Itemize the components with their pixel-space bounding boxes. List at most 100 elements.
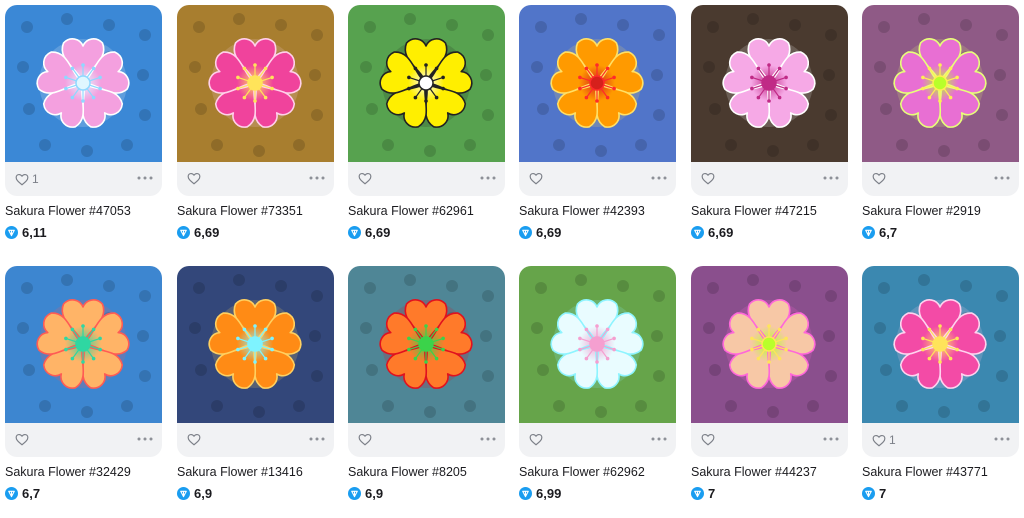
more-options-icon[interactable]	[993, 434, 1011, 444]
sakura-flower-image	[519, 266, 676, 423]
ton-currency-icon	[177, 226, 190, 239]
more-options-icon[interactable]	[993, 173, 1011, 183]
nft-thumbnail[interactable]	[177, 5, 334, 162]
more-options-icon[interactable]	[308, 173, 326, 183]
nft-thumbnail[interactable]	[691, 266, 848, 423]
nft-thumbnail[interactable]	[5, 5, 162, 162]
nft-title[interactable]: Sakura Flower #32429	[5, 465, 131, 479]
more-options-icon[interactable]	[822, 434, 840, 444]
nft-card[interactable]: Sakura Flower #32429 6,7	[5, 266, 162, 518]
nft-title[interactable]: Sakura Flower #2919	[862, 204, 981, 218]
like-count: 1	[889, 433, 896, 447]
heart-icon	[872, 434, 886, 446]
nft-thumbnail[interactable]	[519, 266, 676, 423]
nft-price: 6,69	[691, 225, 733, 240]
ton-currency-icon	[177, 487, 190, 500]
like-button[interactable]: 1	[15, 172, 39, 186]
heart-icon	[15, 433, 29, 446]
like-button[interactable]	[872, 172, 889, 185]
sakura-flower-image	[862, 5, 1019, 162]
ton-currency-icon	[862, 487, 875, 500]
nft-title[interactable]: Sakura Flower #73351	[177, 204, 303, 218]
more-options-icon[interactable]	[822, 173, 840, 183]
like-button[interactable]	[358, 172, 375, 185]
nft-card[interactable]: Sakura Flower #8205 6,9	[348, 266, 505, 518]
like-button[interactable]	[15, 433, 32, 446]
nft-card[interactable]: 1 Sakura Flower #47053 6,11	[5, 5, 162, 257]
price-value: 6,69	[536, 225, 562, 240]
nft-card[interactable]: Sakura Flower #13416 6,9	[177, 266, 334, 518]
like-button[interactable]	[187, 433, 204, 446]
nft-title[interactable]: Sakura Flower #62962	[519, 465, 645, 479]
nft-grid: 1 Sakura Flower #47053 6,11 Sakura Flower #…	[0, 0, 1024, 504]
nft-thumbnail[interactable]	[177, 266, 334, 423]
like-button[interactable]	[187, 172, 204, 185]
heart-icon	[529, 433, 543, 446]
ton-currency-icon	[519, 487, 532, 500]
nft-title[interactable]: Sakura Flower #47053	[5, 204, 131, 218]
like-button[interactable]	[701, 172, 718, 185]
ton-currency-icon	[5, 226, 18, 239]
nft-card[interactable]: Sakura Flower #42393 6,69	[519, 5, 676, 257]
nft-price: 6,69	[348, 225, 390, 240]
nft-title[interactable]: Sakura Flower #8205	[348, 465, 467, 479]
nft-title[interactable]: Sakura Flower #47215	[691, 204, 817, 218]
card-actions-bar	[862, 162, 1019, 196]
more-options-icon[interactable]	[650, 434, 668, 444]
heart-icon	[701, 172, 715, 185]
nft-price: 6,7	[5, 486, 40, 501]
nft-card[interactable]: Sakura Flower #62962 6,99	[519, 266, 676, 518]
nft-card[interactable]: Sakura Flower #2919 6,7	[862, 5, 1019, 257]
more-options-icon[interactable]	[308, 434, 326, 444]
price-value: 7	[708, 486, 716, 501]
card-actions-bar	[519, 162, 676, 196]
nft-price: 6,7	[862, 225, 897, 240]
heart-icon	[187, 172, 201, 185]
heart-icon	[529, 172, 543, 185]
like-button[interactable]	[358, 433, 375, 446]
nft-thumbnail[interactable]	[862, 5, 1019, 162]
card-actions-bar	[177, 423, 334, 457]
more-options-icon[interactable]	[650, 173, 668, 183]
nft-price: 6,99	[519, 486, 561, 501]
sakura-flower-image	[5, 5, 162, 162]
sakura-flower-image	[177, 5, 334, 162]
sakura-flower-image	[691, 266, 848, 423]
nft-title[interactable]: Sakura Flower #44237	[691, 465, 817, 479]
card-actions-bar	[691, 423, 848, 457]
ton-currency-icon	[348, 226, 361, 239]
nft-card[interactable]: Sakura Flower #47215 6,69	[691, 5, 848, 257]
nft-price: 6,9	[348, 486, 383, 501]
nft-thumbnail[interactable]	[691, 5, 848, 162]
card-actions-bar	[348, 162, 505, 196]
nft-thumbnail[interactable]	[5, 266, 162, 423]
heart-icon	[358, 433, 372, 446]
like-button[interactable]	[529, 433, 546, 446]
nft-thumbnail[interactable]	[348, 5, 505, 162]
nft-thumbnail[interactable]	[348, 266, 505, 423]
nft-thumbnail[interactable]	[862, 266, 1019, 423]
nft-card[interactable]: 1 Sakura Flower #43771 7	[862, 266, 1019, 518]
like-button[interactable]	[529, 172, 546, 185]
like-button[interactable]: 1	[872, 433, 896, 447]
card-actions-bar	[691, 162, 848, 196]
more-options-icon[interactable]	[136, 173, 154, 183]
nft-title[interactable]: Sakura Flower #62961	[348, 204, 474, 218]
price-value: 6,9	[194, 486, 213, 501]
more-options-icon[interactable]	[479, 434, 497, 444]
ton-currency-icon	[519, 226, 532, 239]
ton-currency-icon	[691, 487, 704, 500]
nft-thumbnail[interactable]	[519, 5, 676, 162]
nft-price: 6,69	[519, 225, 561, 240]
more-options-icon[interactable]	[479, 173, 497, 183]
nft-title[interactable]: Sakura Flower #13416	[177, 465, 303, 479]
nft-card[interactable]: Sakura Flower #62961 6,69	[348, 5, 505, 257]
nft-price: 7	[691, 486, 715, 501]
more-options-icon[interactable]	[136, 434, 154, 444]
nft-title[interactable]: Sakura Flower #42393	[519, 204, 645, 218]
price-value: 6,11	[22, 225, 47, 240]
nft-title[interactable]: Sakura Flower #43771	[862, 465, 988, 479]
like-button[interactable]	[701, 433, 718, 446]
nft-card[interactable]: Sakura Flower #73351 6,69	[177, 5, 334, 257]
nft-card[interactable]: Sakura Flower #44237 7	[691, 266, 848, 518]
